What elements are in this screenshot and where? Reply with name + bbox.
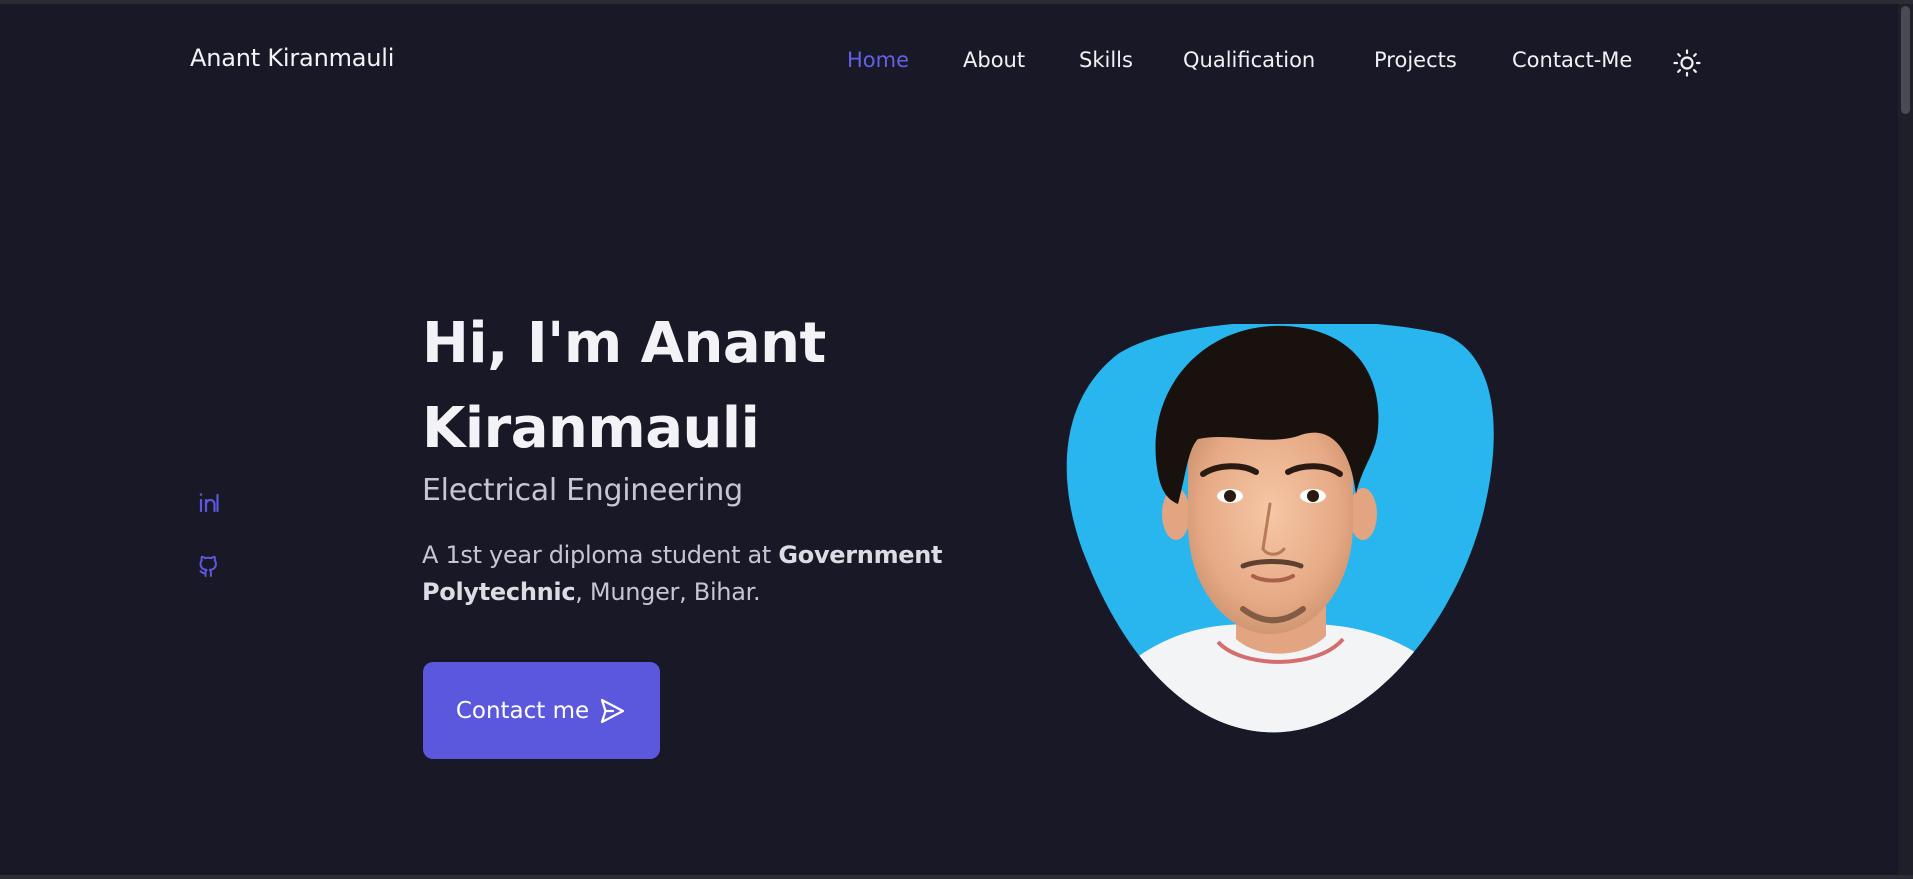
github-icon: [199, 555, 217, 577]
profile-photo: [1058, 324, 1498, 734]
github-link[interactable]: [196, 553, 222, 579]
nav-item-skills[interactable]: Skills: [1079, 48, 1133, 72]
nav-item-home[interactable]: Home: [847, 48, 909, 72]
window-bottom-edge: [0, 875, 1913, 879]
sun-icon: [1673, 49, 1701, 77]
hero-description: A 1st year diploma student at Government…: [422, 537, 982, 611]
main-nav: Home About Skills Qualification Projects…: [0, 48, 1898, 80]
scrollbar-thumb[interactable]: [1901, 6, 1910, 114]
profile-photo-blob: [1066, 324, 1494, 733]
hero-description-suffix: , Munger, Bihar.: [575, 578, 761, 606]
theme-toggle-button[interactable]: [1672, 48, 1702, 78]
page-scrollbar[interactable]: [1898, 4, 1913, 875]
nav-item-projects[interactable]: Projects: [1374, 48, 1457, 72]
linkedin-link[interactable]: [196, 489, 222, 515]
nav-item-about[interactable]: About: [963, 48, 1025, 72]
hero-subtitle: Electrical Engineering: [422, 473, 743, 508]
contact-me-button[interactable]: Contact me: [423, 662, 660, 759]
send-icon: [601, 698, 625, 723]
hero-description-prefix: A 1st year diploma student at: [422, 541, 779, 569]
hero-title: Hi, I'm Anant Kiranmauli: [422, 311, 826, 461]
nav-item-qualification[interactable]: Qualification: [1183, 48, 1315, 72]
linkedin-icon: [199, 493, 219, 513]
contact-me-button-label: Contact me: [455, 697, 590, 724]
nav-item-contact-me[interactable]: Contact-Me: [1512, 48, 1632, 72]
page-viewport: Anant Kiranmauli Home About Skills Quali…: [0, 4, 1898, 875]
